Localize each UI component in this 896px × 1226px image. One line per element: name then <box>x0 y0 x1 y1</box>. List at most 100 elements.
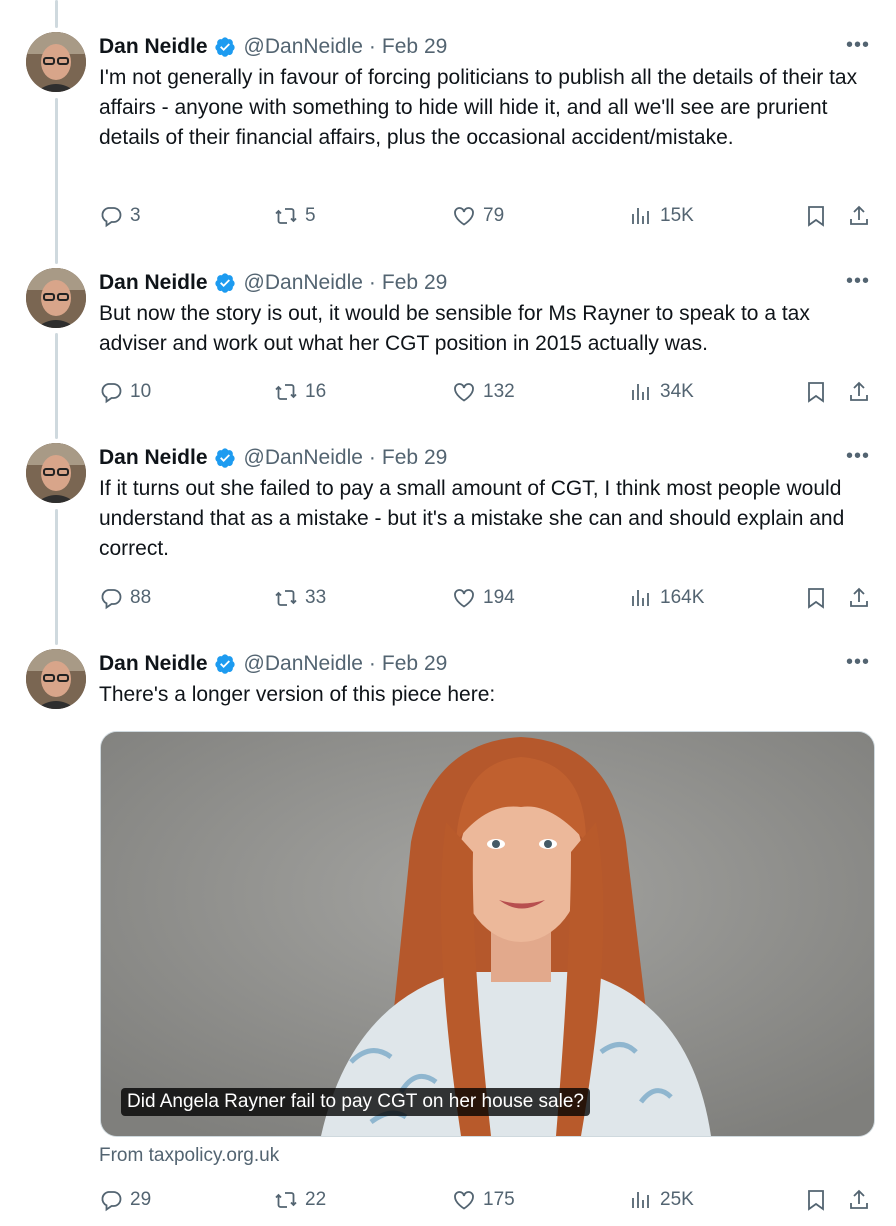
like-button[interactable]: 79 <box>452 201 504 231</box>
heart-icon <box>454 207 474 226</box>
view-count: 164K <box>660 587 705 608</box>
repost-button[interactable]: 33 <box>274 583 326 613</box>
repost-count: 5 <box>305 205 316 226</box>
repost-count: 16 <box>305 381 327 402</box>
heart-icon <box>454 1191 474 1210</box>
reply-button[interactable]: 3 <box>99 201 141 231</box>
like-count: 79 <box>483 205 505 226</box>
bookmark-icon <box>808 1190 824 1211</box>
more-options-icon[interactable]: ••• <box>846 651 870 674</box>
bookmark-button[interactable] <box>804 583 834 613</box>
tweet-date[interactable]: Feb 29 <box>382 35 447 59</box>
repost-count: 33 <box>305 587 327 608</box>
tweet-header: Dan Neidle @DanNeidle · Feb 29 <box>99 268 447 298</box>
more-options-icon[interactable]: ••• <box>846 445 870 468</box>
share-icon <box>850 1189 868 1209</box>
author-name[interactable]: Dan Neidle <box>99 446 208 470</box>
repost-count: 22 <box>305 1189 327 1210</box>
repost-button[interactable]: 16 <box>274 377 326 407</box>
reply-button[interactable]: 10 <box>99 377 151 407</box>
thread-line <box>55 509 58 645</box>
tweet-actions: 3 5 79 15K <box>99 201 874 231</box>
views-button[interactable]: 15K <box>629 201 694 231</box>
repost-button[interactable]: 22 <box>274 1185 326 1215</box>
preview-photo <box>101 732 874 1136</box>
views-button[interactable]: 164K <box>629 583 704 613</box>
share-icon <box>850 205 868 225</box>
avatar[interactable] <box>26 32 86 92</box>
thread-line <box>55 333 58 439</box>
views-button[interactable]: 34K <box>629 377 694 407</box>
tweet-date[interactable]: Feb 29 <box>382 446 447 470</box>
author-handle[interactable]: @DanNeidle <box>244 446 363 470</box>
repost-button[interactable]: 5 <box>274 201 316 231</box>
reply-icon <box>101 207 122 228</box>
tweet-header: Dan Neidle @DanNeidle · Feb 29 <box>99 649 447 679</box>
thread-line <box>55 0 58 28</box>
more-options-icon[interactable]: ••• <box>846 270 870 293</box>
repost-icon <box>275 384 297 400</box>
reply-count: 3 <box>130 205 141 226</box>
share-button[interactable] <box>847 377 877 407</box>
share-icon <box>850 381 868 401</box>
tweet-actions: 29 22 175 25K <box>99 1185 874 1215</box>
tweet-header: Dan Neidle @DanNeidle · Feb 29 <box>99 443 447 473</box>
like-count: 175 <box>483 1189 515 1210</box>
separator: · <box>368 35 376 58</box>
author-name[interactable]: Dan Neidle <box>99 271 208 295</box>
like-button[interactable]: 132 <box>452 377 515 407</box>
tweet-actions: 10 16 132 34K <box>99 377 874 407</box>
view-count: 25K <box>660 1189 694 1210</box>
like-button[interactable]: 175 <box>452 1185 515 1215</box>
author-name[interactable]: Dan Neidle <box>99 35 208 59</box>
tweet-date[interactable]: Feb 29 <box>382 652 447 676</box>
tweet-text: But now the story is out, it would be se… <box>99 302 810 355</box>
more-options-icon[interactable]: ••• <box>846 34 870 57</box>
author-handle[interactable]: @DanNeidle <box>244 652 363 676</box>
like-button[interactable]: 194 <box>452 583 515 613</box>
avatar[interactable] <box>26 443 86 503</box>
reply-button[interactable]: 88 <box>99 583 151 613</box>
card-title: Did Angela Rayner fail to pay CGT on her… <box>121 1088 590 1116</box>
verified-badge-icon <box>214 448 235 468</box>
tweet-date[interactable]: Feb 29 <box>382 271 447 295</box>
views-icon <box>632 1192 649 1208</box>
author-name[interactable]: Dan Neidle <box>99 652 208 676</box>
bookmark-icon <box>808 382 824 403</box>
view-count: 15K <box>660 205 694 226</box>
repost-icon <box>275 208 297 224</box>
link-preview-card[interactable]: Did Angela Rayner fail to pay CGT on her… <box>100 731 875 1137</box>
author-handle[interactable]: @DanNeidle <box>244 271 363 295</box>
separator: · <box>368 446 376 469</box>
bookmark-button[interactable] <box>804 377 834 407</box>
thread-line <box>55 98 58 264</box>
reply-count: 10 <box>130 381 152 402</box>
tweet-text: If it turns out she failed to pay a smal… <box>99 477 845 560</box>
share-button[interactable] <box>847 201 877 231</box>
views-button[interactable]: 25K <box>629 1185 694 1215</box>
author-handle[interactable]: @DanNeidle <box>244 35 363 59</box>
verified-badge-icon <box>214 654 235 674</box>
share-button[interactable] <box>847 1185 877 1215</box>
share-button[interactable] <box>847 583 877 613</box>
avatar[interactable] <box>26 268 86 328</box>
views-icon <box>632 208 649 224</box>
avatar[interactable] <box>26 649 86 709</box>
verified-badge-icon <box>214 273 235 293</box>
tweet-actions: 88 33 194 164K <box>99 583 874 613</box>
heart-icon <box>454 383 474 402</box>
reply-count: 29 <box>130 1189 152 1210</box>
tweet-text: I'm not generally in favour of forcing p… <box>99 66 858 149</box>
like-count: 194 <box>483 587 515 608</box>
card-source[interactable]: From taxpolicy.org.uk <box>99 1145 279 1167</box>
view-count: 34K <box>660 381 694 402</box>
reply-icon <box>101 383 122 404</box>
reply-icon <box>101 589 122 610</box>
views-icon <box>632 590 649 606</box>
bookmark-button[interactable] <box>804 201 834 231</box>
separator: · <box>368 652 376 675</box>
bookmark-icon <box>808 588 824 609</box>
reply-button[interactable]: 29 <box>99 1185 151 1215</box>
bookmark-button[interactable] <box>804 1185 834 1215</box>
verified-badge-icon <box>214 37 235 57</box>
